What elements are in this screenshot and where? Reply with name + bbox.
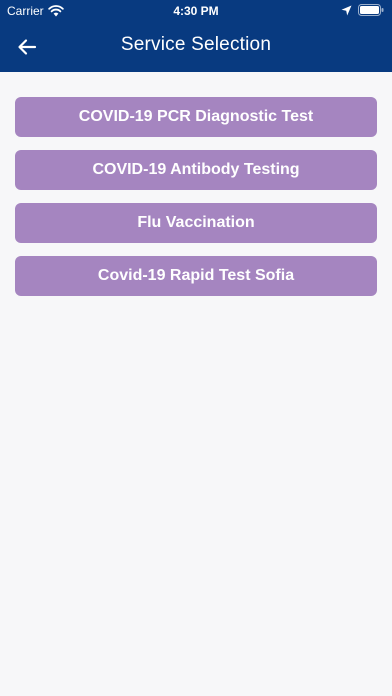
service-list: COVID-19 PCR Diagnostic Test COVID-19 An… (15, 97, 377, 309)
service-button-rapid-test-sofia[interactable]: Covid-19 Rapid Test Sofia (15, 256, 377, 296)
status-bar: Carrier 4:30 PM (0, 0, 392, 22)
service-button-flu-vaccination[interactable]: Flu Vaccination (15, 203, 377, 243)
service-button-antibody-testing[interactable]: COVID-19 Antibody Testing (15, 150, 377, 190)
app-header: Carrier 4:30 PM Service Selection (0, 0, 392, 72)
battery-icon (358, 4, 384, 16)
status-indicators (341, 4, 384, 16)
service-button-pcr-test[interactable]: COVID-19 PCR Diagnostic Test (15, 97, 377, 137)
location-arrow-icon (341, 5, 352, 15)
status-time: 4:30 PM (173, 4, 219, 18)
navigation-bar: Service Selection (0, 22, 392, 72)
page-title: Service Selection (120, 34, 272, 55)
